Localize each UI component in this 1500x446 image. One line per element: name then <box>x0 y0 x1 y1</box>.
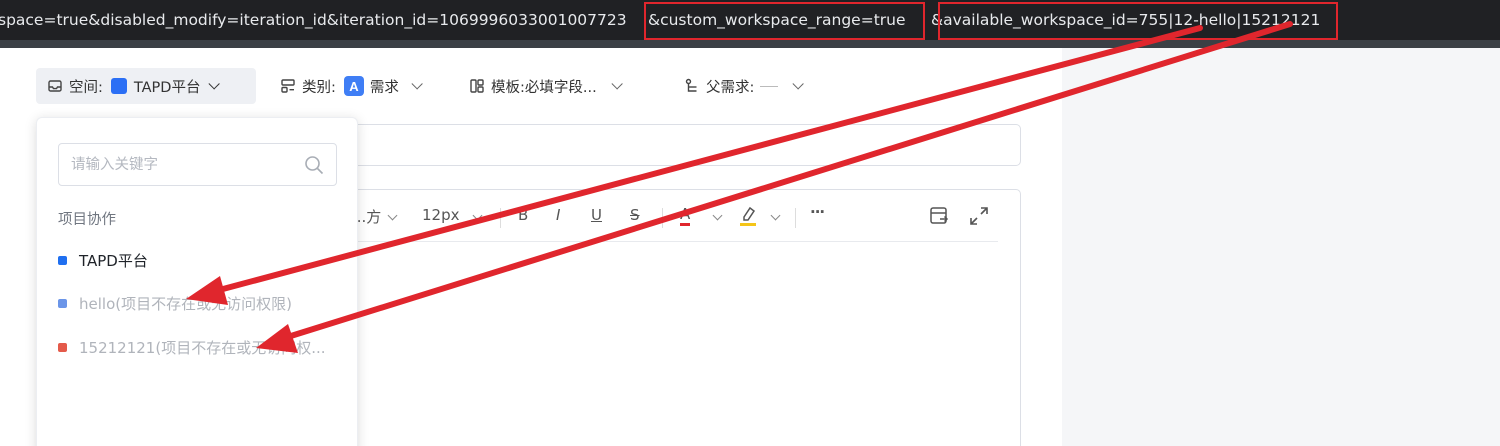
font-size-dropdown[interactable]: 12px <box>422 206 460 224</box>
more-icon[interactable]: ··· <box>810 203 825 221</box>
template-value: 必填字段... <box>524 79 597 96</box>
workspace-color-icon <box>58 255 67 265</box>
strikethrough-button[interactable]: S <box>630 206 640 224</box>
type-value: 需求 <box>369 79 399 96</box>
type-selector[interactable]: 类别: A 需求 <box>280 68 423 104</box>
workspace-option-label: 15212121(项目不存在或无访问权... <box>79 338 326 357</box>
workspace-option-tapd[interactable]: TAPD平台 <box>58 249 148 271</box>
workspace-option-hello: hello(项目不存在或无访问权限) <box>58 292 292 314</box>
workspace-search-input[interactable] <box>71 144 291 185</box>
category-icon <box>280 78 296 94</box>
parent-empty-value <box>760 85 779 87</box>
workspace-option-15212121: 15212121(项目不存在或无访问权... <box>58 336 326 358</box>
workspace-color-icon <box>110 78 127 94</box>
workspace-color-icon <box>58 298 67 308</box>
type-label: 类别: <box>302 79 336 96</box>
italic-button[interactable]: I <box>556 206 560 224</box>
bold-button[interactable]: B <box>518 206 528 224</box>
chevron-down-icon <box>387 210 398 221</box>
highlight-icon[interactable] <box>738 204 758 232</box>
template-insert-icon[interactable] <box>928 205 950 231</box>
url-highlight-box-1 <box>644 2 925 40</box>
font-color-button[interactable]: A <box>680 206 691 226</box>
workspace-label: 空间: <box>69 79 103 96</box>
search-icon[interactable] <box>304 155 324 175</box>
template-icon <box>469 78 485 94</box>
tree-icon <box>684 78 700 94</box>
toolbar-divider <box>500 208 501 228</box>
fullscreen-icon[interactable] <box>968 205 990 231</box>
inbox-icon <box>47 78 63 94</box>
workspace-option-label: TAPD平台 <box>79 251 148 270</box>
workspace-color-icon <box>58 342 67 352</box>
url-highlight-box-2 <box>938 2 1338 40</box>
url-text-part1: space=true&disabled_modify=iteration_id&… <box>0 11 627 29</box>
workspace-value: TAPD平台 <box>133 79 201 96</box>
workspace-selector[interactable]: 空间: TAPD平台 <box>36 68 256 104</box>
chevron-down-icon <box>208 78 221 90</box>
parent-requirement-selector[interactable]: 父需求: <box>684 68 805 104</box>
title-input[interactable] <box>356 124 1021 166</box>
editor-toolbar: ...方 12px B I U S A ··· <box>352 190 998 242</box>
chevron-down-icon <box>712 210 723 221</box>
toolbar-divider <box>662 208 663 228</box>
workspace-option-label: hello(项目不存在或无访问权限) <box>79 294 292 313</box>
chevron-down-icon <box>770 210 781 221</box>
toolbar-divider <box>795 208 796 228</box>
chevron-down-icon <box>472 210 483 221</box>
type-badge: A <box>343 76 364 96</box>
rich-text-editor[interactable]: ...方 12px B I U S A ··· <box>352 189 1021 446</box>
workspace-dropdown: 项目协作 TAPD平台 hello(项目不存在或无访问权限) 15212121(… <box>36 117 358 446</box>
workspace-group-label: 项目协作 <box>58 212 116 228</box>
url-bar-divider <box>0 40 1500 48</box>
workspace-search-box[interactable] <box>58 143 337 186</box>
template-selector[interactable]: 模板: 必填字段... <box>469 68 623 104</box>
template-label: 模板: <box>491 79 525 96</box>
page-side-area <box>1062 48 1500 446</box>
underline-button[interactable]: U <box>591 206 602 224</box>
parent-label: 父需求: <box>706 79 755 96</box>
